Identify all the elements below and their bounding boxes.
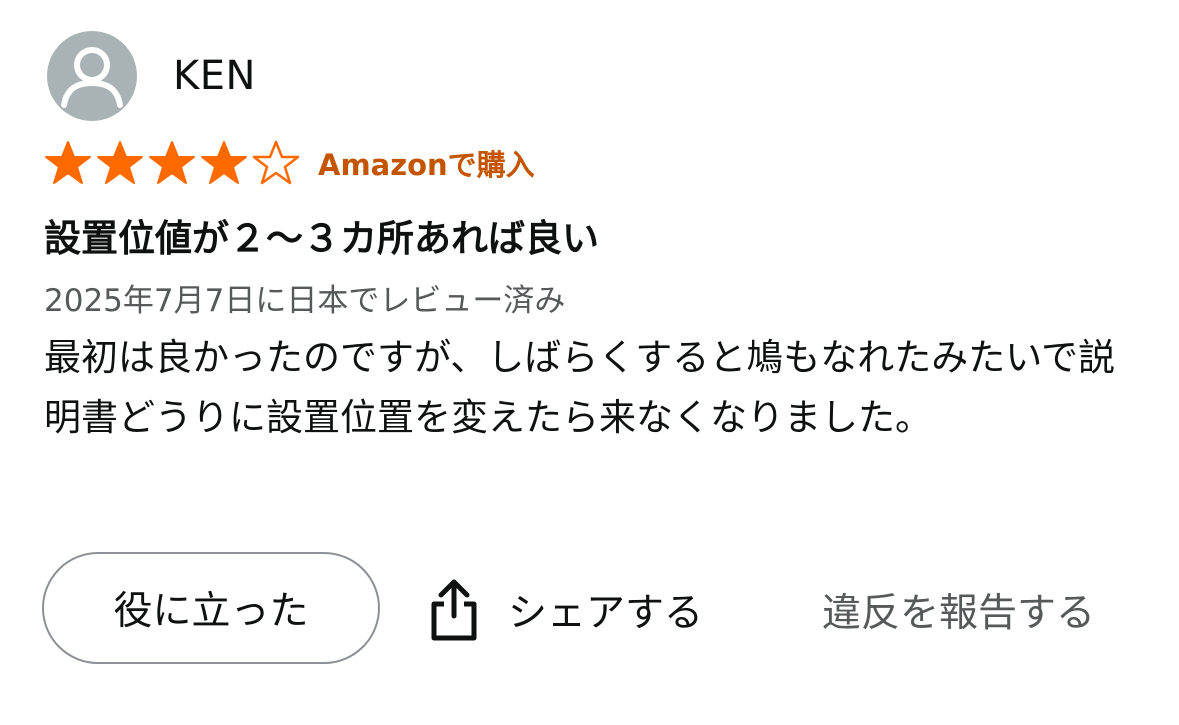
verified-purchase-badge: Amazonで購入 [318, 148, 535, 182]
share-icon [431, 579, 477, 641]
review-card: KEN Amazonで購入 設置位値が２～３カ所あれば良い 2025年7月7日に… [0, 0, 1179, 725]
review-title: 設置位値が２～３カ所あれば良い [44, 217, 599, 260]
star-filled-icon [45, 141, 91, 184]
reviewer-name: KEN [173, 53, 256, 99]
reviewer-profile[interactable]: KEN [47, 30, 256, 122]
star-filled-icon [97, 141, 143, 184]
report-abuse-link[interactable]: 違反を報告する [822, 582, 1095, 638]
share-button[interactable]: シェアする [428, 570, 703, 650]
star-filled-icon [149, 141, 195, 184]
share-label: シェアする [508, 591, 704, 636]
review-body: 最初は良かったのですが、しばらくすると鳩もなれたみたいで説明書どうりに設置位置を… [44, 336, 1116, 439]
star-filled-icon [201, 141, 247, 184]
avatar-icon [47, 31, 137, 121]
rating-row: Amazonで購入 [44, 140, 535, 186]
helpful-button[interactable]: 役に立った [42, 552, 380, 664]
review-actions: 役に立った シェアする 違反を報告する [42, 552, 1152, 668]
star-rating[interactable] [44, 140, 304, 186]
review-date: 2025年7月7日に日本でレビュー済み [44, 283, 566, 319]
star-empty-icon [252, 140, 300, 185]
